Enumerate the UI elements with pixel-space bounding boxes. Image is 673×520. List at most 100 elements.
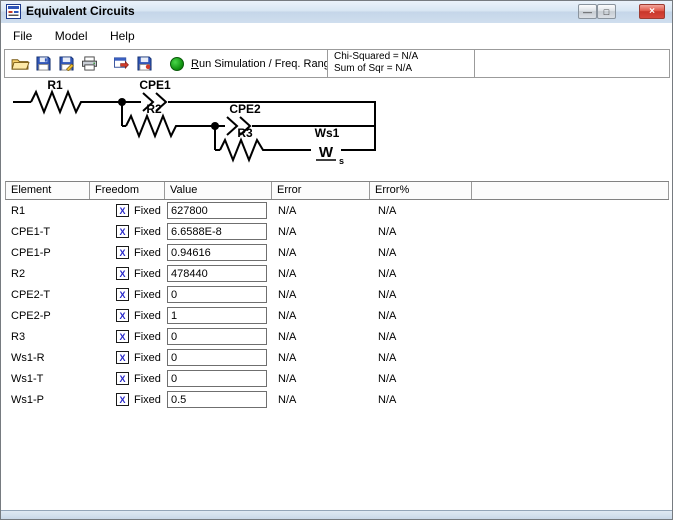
circuit-label-r2: R2 [146, 102, 162, 116]
table-row: CPE1-P X Fixed N/A N/A [5, 242, 669, 263]
freedom-checkbox[interactable]: X [116, 351, 129, 364]
value-input[interactable] [167, 223, 267, 240]
table-row: CPE1-T X Fixed N/A N/A [5, 221, 669, 242]
value-input[interactable] [167, 307, 267, 324]
window-bottom-frame [1, 510, 672, 519]
freedom-checkbox[interactable]: X [116, 225, 129, 238]
element-label[interactable]: R3 [5, 331, 89, 343]
element-label[interactable]: Ws1-T [5, 373, 89, 385]
toolbar: Run Simulation / Freq. Range Chi-Squared… [4, 49, 670, 78]
header-value[interactable]: Value [165, 182, 272, 199]
error-value: N/A [278, 246, 297, 259]
resistor-r3-symbol[interactable] [219, 137, 268, 163]
table-header: Element Freedom Value Error Error% [5, 181, 669, 200]
error-value: N/A [278, 225, 297, 238]
table-row: Ws1-P X Fixed N/A N/A [5, 389, 669, 410]
freedom-checkbox[interactable]: X [116, 330, 129, 343]
circuit-label-cpe1: CPE1 [139, 80, 171, 92]
resistor-r2-symbol[interactable] [125, 113, 181, 139]
error-value: N/A [278, 204, 297, 217]
value-input[interactable] [167, 349, 267, 366]
warburg-symbol-sub: s [339, 156, 344, 166]
print-icon[interactable] [80, 55, 99, 72]
menu-help[interactable]: Help [101, 23, 144, 43]
close-button[interactable]: × [639, 4, 665, 19]
freedom-checkbox[interactable]: X [116, 288, 129, 301]
table-row: Ws1-T X Fixed N/A N/A [5, 368, 669, 389]
header-freedom[interactable]: Freedom [90, 182, 165, 199]
save-as-icon[interactable] [57, 55, 76, 72]
value-input[interactable] [167, 370, 267, 387]
freedom-checkbox[interactable]: X [116, 393, 129, 406]
copy-icon[interactable] [112, 55, 131, 72]
table-row: R3 X Fixed N/A N/A [5, 326, 669, 347]
chi-squared-value: Chi-Squared = N/A [334, 51, 419, 62]
element-label[interactable]: R2 [5, 268, 89, 280]
save-icon[interactable] [34, 55, 53, 72]
circuit-label-r1: R1 [47, 80, 63, 92]
menubar: File Model Help [1, 23, 672, 49]
freedom-label[interactable]: Fixed [134, 268, 161, 280]
value-input[interactable] [167, 202, 267, 219]
freedom-checkbox[interactable]: X [116, 246, 129, 259]
value-input[interactable] [167, 286, 267, 303]
element-label[interactable]: Ws1-R [5, 352, 89, 364]
element-label[interactable]: CPE2-T [5, 289, 89, 301]
menu-file[interactable]: File [4, 23, 41, 43]
freedom-checkbox[interactable]: X [116, 267, 129, 280]
error-value: N/A [278, 309, 297, 322]
error-pct-value: N/A [378, 267, 397, 280]
header-element[interactable]: Element [6, 182, 90, 199]
maximize-icon: □ [603, 6, 610, 17]
value-input[interactable] [167, 328, 267, 345]
open-icon[interactable] [11, 55, 30, 72]
app-icon[interactable] [6, 4, 21, 19]
value-input[interactable] [167, 265, 267, 282]
header-filler [472, 182, 669, 199]
freedom-label[interactable]: Fixed [134, 352, 161, 364]
value-input[interactable] [167, 391, 267, 408]
warburg-symbol[interactable]: W [319, 144, 334, 161]
freedom-label[interactable]: Fixed [134, 205, 161, 217]
resistor-r1-symbol[interactable] [30, 89, 89, 115]
freedom-label[interactable]: Fixed [134, 394, 161, 406]
junction-dot [118, 98, 126, 106]
element-label[interactable]: R1 [5, 205, 89, 217]
freedom-label[interactable]: Fixed [134, 310, 161, 322]
header-error[interactable]: Error [272, 182, 370, 199]
save-results-icon[interactable] [135, 55, 154, 72]
error-value: N/A [278, 267, 297, 280]
value-input[interactable] [167, 244, 267, 261]
error-pct-value: N/A [378, 225, 397, 238]
element-label[interactable]: CPE1-T [5, 226, 89, 238]
menu-model[interactable]: Model [46, 23, 97, 43]
freedom-label[interactable]: Fixed [134, 331, 161, 343]
titlebar[interactable]: Equivalent Circuits — □ × [1, 1, 672, 24]
freedom-label[interactable]: Fixed [134, 226, 161, 238]
maximize-button[interactable]: □ [597, 4, 616, 19]
freedom-checkbox[interactable]: X [116, 372, 129, 385]
equivalent-circuits-window: Equivalent Circuits — □ × File Model Hel… [0, 0, 673, 520]
header-errorpct[interactable]: Error% [370, 182, 472, 199]
freedom-checkbox[interactable]: X [116, 309, 129, 322]
error-value: N/A [278, 393, 297, 406]
parameter-table-body: R1 X Fixed N/A N/A CPE1-T X Fixed N/A N/… [5, 200, 669, 410]
element-label[interactable]: CPE2-P [5, 310, 89, 322]
minimize-icon: — [583, 6, 592, 17]
error-pct-value: N/A [378, 246, 397, 259]
error-value: N/A [278, 351, 297, 364]
close-icon: × [649, 5, 655, 17]
element-label[interactable]: CPE1-P [5, 247, 89, 259]
freedom-label[interactable]: Fixed [134, 247, 161, 259]
sum-of-sqr-value: Sum of Sqr = N/A [334, 63, 413, 74]
freedom-checkbox[interactable]: X [116, 204, 129, 217]
run-simulation-button[interactable]: Run Simulation / Freq. Range [170, 56, 336, 71]
error-pct-value: N/A [378, 288, 397, 301]
table-row: R2 X Fixed N/A N/A [5, 263, 669, 284]
circuit-label-ws1: Ws1 [315, 126, 340, 140]
freedom-label[interactable]: Fixed [134, 289, 161, 301]
error-pct-value: N/A [378, 372, 397, 385]
element-label[interactable]: Ws1-P [5, 394, 89, 406]
minimize-button[interactable]: — [578, 4, 597, 19]
freedom-label[interactable]: Fixed [134, 373, 161, 385]
